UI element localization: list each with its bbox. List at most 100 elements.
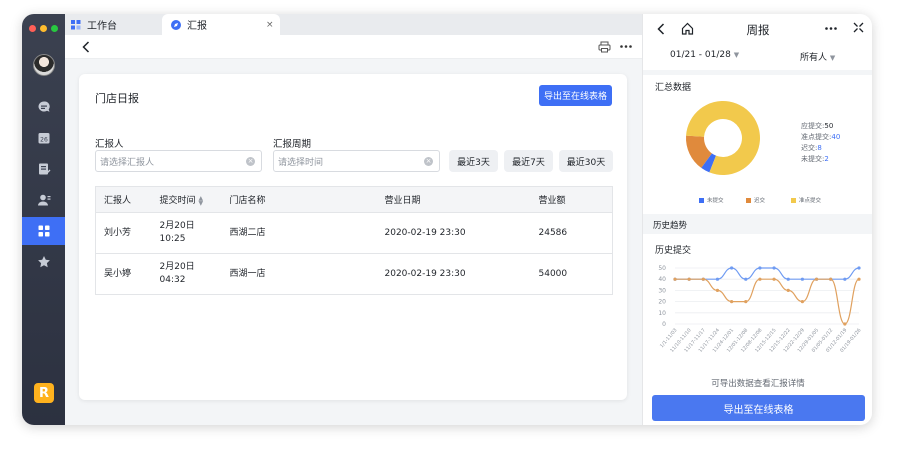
tab-label: 工作台: [87, 21, 117, 32]
owner-select[interactable]: 所有人 ▼: [800, 50, 835, 63]
clear-icon[interactable]: ×: [424, 157, 433, 166]
doc-icon[interactable]: [22, 155, 65, 183]
legend-swatch: [746, 197, 751, 203]
chat-icon[interactable]: [22, 93, 65, 121]
date-range-value: 01/21 - 01/28: [670, 50, 731, 60]
export-button[interactable]: 导出至在线表格: [539, 85, 612, 106]
stat-total: 应提交:50: [801, 121, 833, 131]
tab-report[interactable]: 汇报 ×: [162, 14, 280, 35]
chevron-down-icon: ▼: [733, 51, 740, 59]
reporter-select[interactable]: 请选择汇报人 ×: [95, 150, 262, 172]
data-point: [829, 277, 833, 281]
more-icon[interactable]: [620, 45, 632, 48]
tab-label: 汇报: [187, 21, 207, 32]
stat-value: 40: [831, 133, 841, 141]
y-tick-label: 20: [658, 299, 666, 306]
calendar-icon[interactable]: 26: [22, 124, 65, 152]
history-title: 历史提交: [655, 246, 692, 256]
summary-pie-chart: [686, 101, 760, 175]
stat-value: 50: [824, 122, 834, 130]
data-point: [843, 277, 847, 281]
range-3-days-button[interactable]: 最近3天: [449, 150, 498, 172]
window-controls: [29, 25, 58, 32]
stat-value: 8: [817, 144, 822, 152]
collapse-icon[interactable]: [853, 22, 864, 33]
period-placeholder: 请选择时间: [278, 157, 324, 168]
print-icon[interactable]: [598, 41, 611, 53]
cell-revenue: 54000: [530, 253, 613, 295]
period-picker[interactable]: 请选择时间 ×: [273, 150, 440, 172]
data-point: [857, 266, 861, 270]
back-icon[interactable]: [82, 41, 90, 53]
minimize-window-button[interactable]: [40, 25, 47, 32]
zoom-window-button[interactable]: [51, 25, 58, 32]
y-tick-label: 50: [658, 265, 666, 272]
stat-late: 迟交:8: [801, 143, 822, 153]
tab-workbench[interactable]: 工作台: [71, 14, 161, 35]
sort-icon[interactable]: ▲ ▼: [199, 195, 204, 206]
history-section-header: 历史趋势: [643, 214, 872, 234]
table-header-row: 汇报人 提交时间 ▲ ▼ 门店名称 营业日期 营业额: [95, 186, 613, 213]
reporter-label: 汇报人: [95, 139, 124, 150]
period-label: 汇报周期: [273, 139, 312, 150]
cell-revenue: 24586: [530, 212, 613, 254]
y-tick-label: 40: [658, 276, 666, 283]
close-window-button[interactable]: [29, 25, 36, 32]
data-point: [772, 266, 776, 270]
clear-icon[interactable]: ×: [246, 157, 255, 166]
submit-date: 2月20日: [159, 262, 195, 272]
app-window: 26 R 工作台 汇报 × 门店日报 导出至在线表格 汇报人 请选择汇报人 × …: [22, 14, 872, 425]
reporter-placeholder: 请选择汇报人: [100, 157, 155, 168]
range-30-days-button[interactable]: 最近30天: [559, 150, 613, 172]
series-line: [675, 267, 860, 280]
more-icon[interactable]: [825, 27, 837, 30]
data-point: [843, 322, 847, 326]
data-point: [772, 277, 776, 281]
stat-ontime: 准点提交:40: [801, 132, 840, 142]
tab-bar: 工作台 汇报 ×: [65, 14, 642, 35]
y-tick-label: 30: [658, 287, 666, 294]
submit-date: 2月20日: [159, 221, 195, 231]
legend-label: 未提交: [707, 198, 724, 204]
legend-late: 迟交: [746, 196, 765, 204]
date-range-select[interactable]: 01/21 - 01/28 ▼: [670, 50, 739, 60]
summary-title: 汇总数据: [655, 83, 692, 93]
data-point: [857, 277, 861, 281]
star-icon[interactable]: [22, 248, 65, 276]
panel-export-button[interactable]: 导出至在线表格: [652, 395, 865, 421]
data-point: [673, 277, 677, 281]
y-tick-label: 0: [662, 321, 666, 328]
data-point: [758, 266, 762, 270]
legend-label: 迟交: [754, 198, 766, 204]
table-row[interactable]: 吴小婷 2月20日 04:32 西湖一店 2020-02-19 23:30 540…: [95, 253, 613, 295]
col-store: 门店名称: [221, 186, 377, 213]
app-logo: R: [34, 383, 54, 403]
cell-business-date: 2020-02-19 23:30: [376, 212, 531, 254]
range-7-days-button[interactable]: 最近7天: [504, 150, 553, 172]
submit-clock: 04:32: [159, 275, 186, 285]
close-icon[interactable]: ×: [266, 20, 274, 30]
stat-label: 迟交:: [801, 144, 818, 152]
workspace-icon[interactable]: [22, 217, 65, 245]
submit-clock: 10:25: [159, 234, 186, 244]
contacts-icon[interactable]: [22, 186, 65, 214]
avatar[interactable]: [33, 54, 55, 76]
data-point: [786, 277, 790, 281]
stat-label: 应提交:: [801, 122, 825, 130]
cell-submit-time: 2月20日 10:25: [151, 212, 222, 254]
data-point: [687, 277, 691, 281]
y-tick-label: 10: [658, 310, 666, 317]
legend-ontime: 准点提交: [791, 196, 821, 204]
stat-value: 2: [824, 155, 829, 163]
table-row[interactable]: 刘小芳 2月20日 10:25 西湖二店 2020-02-19 23:30 245…: [95, 212, 613, 254]
col-submit-time-label: 提交时间: [159, 196, 196, 206]
data-point: [730, 266, 734, 270]
report-table: 汇报人 提交时间 ▲ ▼ 门店名称 营业日期 营业额 刘小芳 2月20日 10:25 …: [95, 186, 613, 295]
grid-icon: [71, 19, 81, 29]
col-submit-time[interactable]: 提交时间 ▲ ▼: [151, 186, 222, 213]
data-point: [786, 288, 790, 292]
stat-missing: 未提交:2: [801, 154, 829, 164]
data-point: [800, 277, 804, 281]
data-point: [715, 277, 720, 281]
data-point: [744, 300, 748, 304]
